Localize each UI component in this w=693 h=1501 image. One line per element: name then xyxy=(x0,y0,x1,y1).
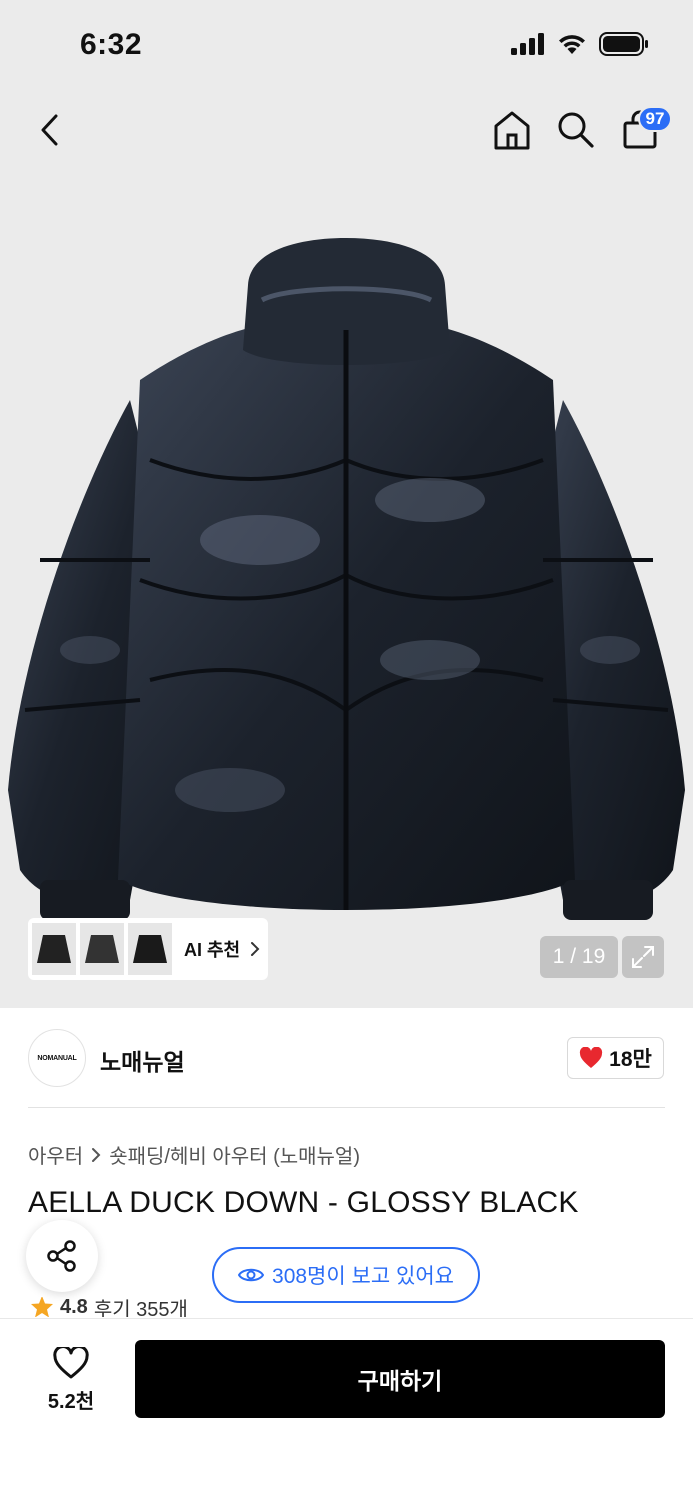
battery-icon xyxy=(599,32,648,56)
brand-like-count: 18만 xyxy=(609,1048,652,1071)
brand-name[interactable]: 노매뉴얼 xyxy=(100,1043,185,1077)
chevron-left-icon xyxy=(41,114,58,146)
viewers-text: 308명이 보고 있어요 xyxy=(272,1265,454,1288)
cart-count-badge: 97 xyxy=(638,106,672,132)
breadcrumb: 아우터 숏패딩/헤비 아우터 (노매뉴얼) xyxy=(28,1140,360,1169)
breadcrumb-subcategory[interactable]: 숏패딩/헤비 아우터 (노매뉴얼) xyxy=(109,1140,360,1169)
thumbnail[interactable] xyxy=(80,923,124,975)
breadcrumb-category[interactable]: 아우터 xyxy=(28,1140,83,1169)
rating-value: 4.8 xyxy=(60,1297,88,1317)
search-button[interactable] xyxy=(554,108,598,152)
share-button[interactable] xyxy=(26,1220,98,1292)
brand-logo[interactable]: NOMANUAL xyxy=(28,1029,86,1087)
review-count: 후기 355개 xyxy=(93,1298,188,1318)
jacket-thumbnail-image xyxy=(85,935,119,963)
rating-row[interactable]: 4.8 후기 355개 xyxy=(30,1297,188,1317)
search-icon xyxy=(558,112,594,148)
divider xyxy=(28,1107,665,1108)
ai-recommend-strip[interactable]: AI 추천 xyxy=(28,918,268,980)
eye-icon xyxy=(238,1268,265,1282)
brand-logo-text: NOMANUAL xyxy=(37,1054,77,1062)
buy-button[interactable]: 구매하기 xyxy=(135,1340,665,1418)
star-icon xyxy=(31,1297,53,1317)
chevron-right-icon xyxy=(92,1147,101,1162)
expand-image-button[interactable] xyxy=(622,936,664,978)
thumbnail[interactable] xyxy=(32,923,76,975)
share-icon xyxy=(47,1240,76,1272)
wishlist-button[interactable]: 5.2천 xyxy=(28,1340,114,1420)
home-button[interactable] xyxy=(490,108,534,152)
jacket-thumbnail-image xyxy=(133,935,167,963)
home-icon xyxy=(494,111,530,150)
jacket-thumbnail-image xyxy=(37,935,71,963)
image-counter: 1 / 19 xyxy=(540,936,618,978)
heart-outline-icon xyxy=(53,1346,89,1378)
signal-icon xyxy=(511,33,544,55)
back-button[interactable] xyxy=(30,108,70,152)
heart-filled-icon xyxy=(580,1047,603,1068)
thumbnail[interactable] xyxy=(128,923,172,975)
expand-icon xyxy=(632,946,654,968)
product-image xyxy=(8,238,685,920)
chevron-right-icon xyxy=(251,942,260,956)
wifi-icon xyxy=(559,35,585,54)
brand-like-button[interactable]: 18만 xyxy=(567,1037,664,1079)
status-icons xyxy=(511,32,649,56)
viewers-pill: 308명이 보고 있어요 xyxy=(212,1247,480,1303)
product-title: AELLA DUCK DOWN - GLOSSY BLACK xyxy=(28,1186,579,1219)
wishlist-count: 5.2천 xyxy=(47,1390,95,1413)
ai-recommend-label: AI 추천 xyxy=(184,940,241,960)
status-time: 6:32 xyxy=(80,28,143,61)
